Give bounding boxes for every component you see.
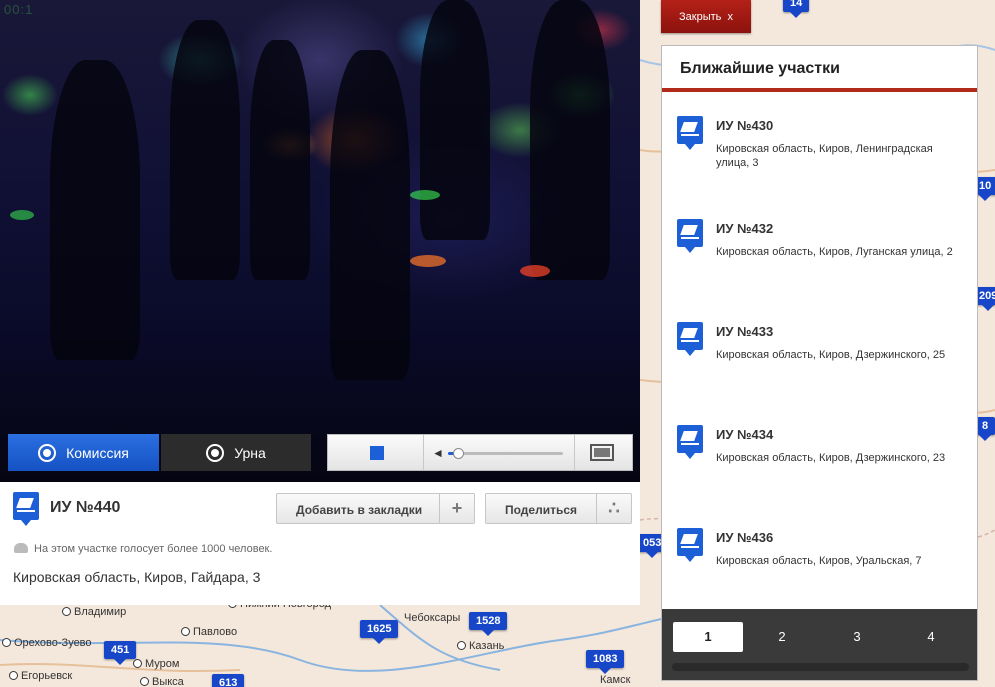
- site-list-item[interactable]: ИУ №433 Кировская область, Киров, Дзержи…: [662, 304, 977, 404]
- divider: [574, 435, 575, 470]
- video-figure: [50, 60, 140, 360]
- city-label: Казань: [457, 640, 504, 652]
- volume-icon[interactable]: ◄: [432, 446, 444, 460]
- camera-commission-tab[interactable]: Комиссия: [8, 434, 159, 471]
- site-title: ИУ №432: [716, 221, 774, 236]
- site-title: ИУ №434: [716, 427, 774, 442]
- map-marker[interactable]: 451: [104, 641, 137, 665]
- people-icon: [14, 543, 28, 553]
- site-title: ИУ №430: [716, 118, 774, 133]
- camera-urn-tab[interactable]: Урна: [161, 434, 311, 471]
- close-icon: x: [727, 10, 734, 23]
- pagination-scrollbar[interactable]: [672, 663, 969, 671]
- site-title: ИУ №433: [716, 324, 774, 339]
- light-spot: [520, 265, 550, 277]
- video-figure: [530, 0, 610, 280]
- divider: [423, 435, 424, 470]
- video-figure: [170, 20, 240, 280]
- video-stream[interactable]: 00:1 Комиссия Урна ◄: [0, 0, 640, 482]
- city-label: Павлово: [181, 626, 237, 638]
- volume-knob[interactable]: [452, 448, 464, 459]
- light-spot: [10, 210, 34, 220]
- map-marker[interactable]: 8: [975, 417, 995, 441]
- share-label: Поделиться: [505, 503, 578, 517]
- voters-note: На этом участке голосует более 1000 чело…: [14, 543, 272, 555]
- player-controls: ◄: [327, 434, 633, 471]
- close-label: Закрыть: [679, 10, 722, 23]
- ballot-box-icon: [677, 116, 703, 150]
- voters-note-text: На этом участке голосует более 1000 чело…: [34, 543, 273, 555]
- page-4[interactable]: 4: [896, 622, 966, 652]
- ballot-box-icon: [677, 322, 703, 356]
- station-address: Кировская область, Киров, Гайдара, 3: [13, 569, 261, 585]
- pagination: 1 2 3 4: [662, 609, 977, 680]
- camera-icon: [38, 443, 57, 462]
- station-title: ИУ №440: [50, 499, 121, 516]
- site-list-item[interactable]: ИУ №436 Кировская область, Киров, Уральс…: [662, 510, 977, 610]
- map-marker[interactable]: 14: [783, 0, 810, 18]
- volume-slider[interactable]: [448, 448, 563, 459]
- map-marker[interactable]: 1528: [469, 612, 508, 636]
- light-spot: [410, 255, 446, 267]
- site-address: Кировская область, Киров, Дзержинского, …: [716, 349, 946, 361]
- video-figure: [420, 0, 490, 240]
- close-button[interactable]: Закрыть x: [661, 0, 751, 33]
- plus-icon: +: [439, 494, 474, 523]
- share-icon: ∴: [596, 494, 631, 523]
- camera-urn-label: Урна: [234, 444, 266, 461]
- camera-commission-label: Комиссия: [66, 444, 129, 461]
- ballot-box-icon: [677, 425, 703, 459]
- add-bookmark-button[interactable]: Добавить в закладки +: [276, 493, 475, 524]
- light-spot: [410, 190, 440, 200]
- ballot-box-icon: [677, 219, 703, 253]
- video-figure: [250, 40, 310, 280]
- site-address: Кировская область, Киров, Ленинградская …: [716, 143, 933, 169]
- site-address: Кировская область, Киров, Уральская, 7: [716, 555, 922, 567]
- add-bookmark-label: Добавить в закладки: [296, 503, 423, 517]
- stop-button[interactable]: [370, 446, 384, 460]
- site-list-item[interactable]: ИУ №432 Кировская область, Киров, Луганс…: [662, 201, 977, 301]
- title-rule: [662, 88, 977, 92]
- nearest-sites-panel: Ближайшие участки ИУ №430 Кировская обла…: [661, 45, 978, 681]
- site-list-item[interactable]: ИУ №434 Кировская область, Киров, Дзержи…: [662, 407, 977, 507]
- map-marker[interactable]: 1625: [360, 620, 399, 644]
- site-list-item[interactable]: ИУ №430 Кировская область, Киров, Ленинг…: [662, 98, 977, 198]
- nearest-sites-title: Ближайшие участки: [680, 60, 840, 77]
- city-label: Владимир: [62, 606, 126, 618]
- city-label: Муром: [133, 658, 179, 670]
- page-3[interactable]: 3: [822, 622, 892, 652]
- ballot-box-icon: [13, 492, 39, 526]
- map-marker[interactable]: 613: [212, 674, 245, 687]
- camera-icon: [206, 443, 225, 462]
- city-label: Егорьевск: [9, 670, 72, 682]
- city-label: Выкса: [140, 676, 184, 687]
- site-address: Кировская область, Киров, Дзержинского, …: [716, 452, 946, 464]
- city-label: Чебоксары: [404, 612, 461, 624]
- share-button[interactable]: Поделиться ∴: [485, 493, 632, 524]
- station-info-panel: ИУ №440 Добавить в закладки + Поделиться…: [0, 482, 640, 605]
- fullscreen-button[interactable]: [590, 444, 614, 461]
- site-title: ИУ №436: [716, 530, 774, 545]
- site-address: Кировская область, Киров, Луганская улиц…: [716, 246, 953, 258]
- page-1[interactable]: 1: [673, 622, 743, 652]
- ballot-box-icon: [677, 528, 703, 562]
- video-overlay-text: 00:1: [4, 2, 34, 17]
- page-2[interactable]: 2: [747, 622, 817, 652]
- map-marker[interactable]: 1083: [586, 650, 625, 674]
- video-figure: [330, 50, 410, 380]
- city-label: Орехово-Зуево: [2, 637, 92, 649]
- city-label: Камск: [600, 674, 631, 686]
